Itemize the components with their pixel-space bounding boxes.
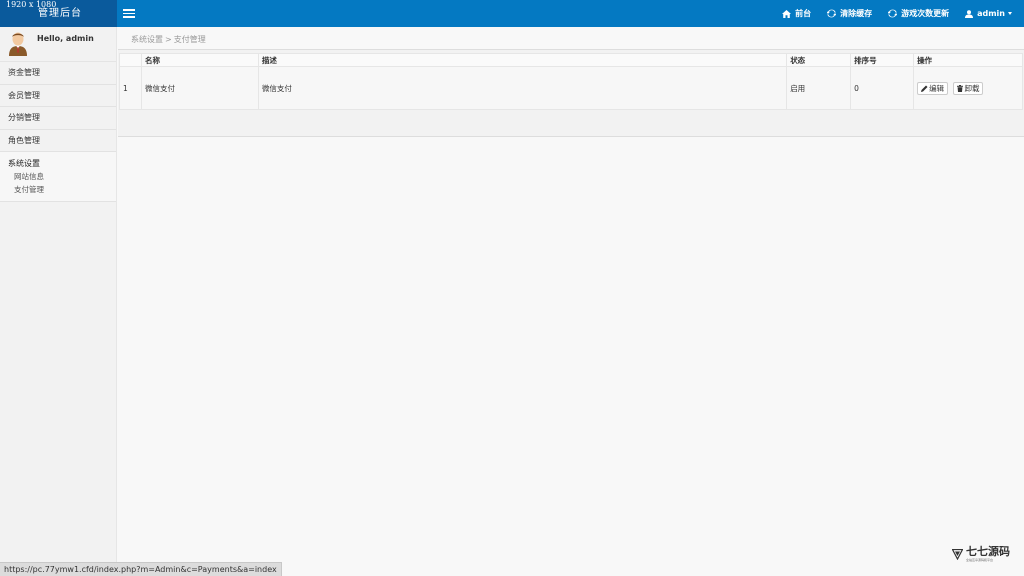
nav-clear-cache-link[interactable]: 清除缓存	[827, 8, 872, 19]
breadcrumb-separator: >	[165, 35, 172, 44]
sidebar-item-members[interactable]: 会员管理	[0, 84, 116, 107]
column-header-sort-order: 排序号	[850, 53, 915, 67]
sidebar: Hello, admin 资金管理 会员管理 分销管理 角色管理 系统设置 网站…	[0, 27, 117, 576]
refresh-icon	[888, 9, 898, 18]
uninstall-button-label: 卸载	[964, 83, 980, 93]
user-menu-label: admin	[977, 9, 1005, 18]
cell-actions: 编辑 卸载	[913, 66, 1023, 110]
breadcrumb-parent[interactable]: 系统设置	[131, 35, 163, 44]
top-navbar: 1920 x 1080 管理后台 前台 清除缓存 游戏次数更新 admin	[0, 0, 1024, 27]
table-row: 1 微信支付 微信支付 启用 0 编辑 卸载	[119, 66, 1023, 110]
pencil-icon	[921, 85, 928, 92]
greeting-text: Hello, admin	[37, 34, 94, 43]
table-panel: 名称 描述 状态 排序号 操作 1 微信支付 微信支付 启用 0 编辑 卸载	[118, 49, 1024, 137]
user-icon	[965, 9, 974, 18]
top-nav-links: 前台 清除缓存 游戏次数更新 admin	[782, 0, 1024, 27]
watermark-subtitle: 全站互享源码和平台	[966, 558, 994, 562]
refresh-icon	[827, 9, 837, 18]
browser-status-url: https://pc.77ymw1.cfd/index.php?m=Admin&…	[0, 562, 282, 576]
nav-update-games-link[interactable]: 游戏次数更新	[888, 8, 949, 19]
nav-update-games-label: 游戏次数更新	[901, 9, 950, 18]
home-icon	[782, 9, 792, 18]
nav-clear-cache-label: 清除缓存	[840, 9, 873, 18]
caret-down-icon	[1008, 12, 1012, 15]
cell-description: 微信支付	[257, 66, 788, 110]
trash-icon	[957, 84, 964, 92]
column-header-actions: 操作	[913, 53, 1023, 67]
hamburger-menu-icon[interactable]	[123, 9, 135, 18]
edit-button-label: 编辑	[929, 83, 945, 93]
table-header-row: 名称 描述 状态 排序号 操作	[119, 53, 1023, 67]
uninstall-button[interactable]: 卸载	[953, 81, 984, 95]
watermark-title: 七七源码	[966, 545, 1010, 558]
sidebar-item-roles[interactable]: 角色管理	[0, 129, 116, 152]
sidebar-item-system-settings[interactable]: 系统设置	[8, 157, 116, 170]
main-content: 系统设置 > 支付管理 名称 描述 状态 排序号 操作 1 微信支付 微信支付 …	[117, 27, 1024, 576]
sidebar-group-system-settings: 系统设置 网站信息 支付管理	[0, 152, 116, 202]
sidebar-item-funds[interactable]: 资金管理	[0, 62, 116, 85]
cell-name: 微信支付	[140, 66, 259, 110]
column-header-status: 状态	[786, 53, 852, 67]
cell-index: 1	[119, 66, 142, 110]
edit-button[interactable]: 编辑	[917, 81, 949, 95]
avatar	[9, 32, 27, 56]
sidebar-subitem-site-info[interactable]: 网站信息	[8, 170, 116, 183]
column-header-description: 描述	[257, 53, 788, 67]
nav-frontend-link[interactable]: 前台	[782, 8, 811, 19]
sidebar-item-distribution[interactable]: 分销管理	[0, 107, 116, 130]
cell-status: 启用	[786, 66, 852, 110]
logo[interactable]: 1920 x 1080 管理后台	[0, 0, 117, 27]
column-header-name: 名称	[140, 53, 259, 67]
cell-sort-order: 0	[850, 66, 915, 110]
payment-table: 名称 描述 状态 排序号 操作 1 微信支付 微信支付 启用 0 编辑 卸载	[119, 53, 1023, 110]
nav-frontend-label: 前台	[795, 9, 812, 18]
app-title: 管理后台	[38, 8, 82, 19]
user-panel: Hello, admin	[0, 27, 116, 62]
breadcrumb-current: 支付管理	[173, 35, 206, 44]
user-menu-dropdown[interactable]: admin	[965, 9, 1012, 18]
sidebar-subitem-payment[interactable]: 支付管理	[8, 183, 116, 196]
triangle-logo-icon	[952, 548, 963, 560]
watermark-logo: 七七源码 全站互享源码和平台	[952, 546, 1010, 562]
column-header-index	[119, 53, 142, 67]
breadcrumb: 系统设置 > 支付管理	[131, 34, 206, 45]
